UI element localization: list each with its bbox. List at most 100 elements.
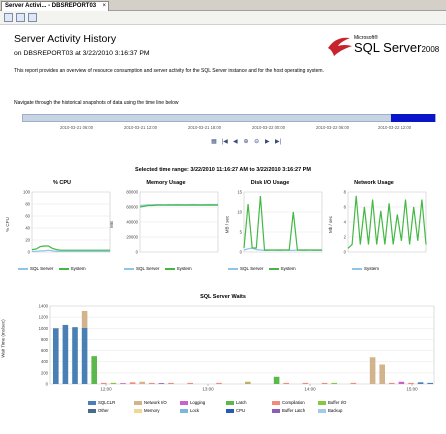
legend-label: SQLCLR — [98, 400, 116, 405]
waits-bar-compilation — [187, 382, 193, 384]
timeline-tick: 2010-03-22 12:00 — [378, 125, 412, 130]
legend-label: CPU — [236, 408, 246, 413]
legend-label: Backup — [328, 408, 343, 413]
report-subtitle: on DBSREPORT03 at 3/22/2010 3:16:37 PM — [14, 50, 150, 57]
waits-legend-item: Memory — [134, 408, 160, 413]
legend-label: Buffer I/O — [328, 400, 347, 405]
disk-chart: 15 10 5 0 — [237, 190, 323, 255]
waits-bar-buffer-i-o — [245, 381, 251, 383]
legend-swatch — [88, 408, 96, 413]
waits-legend-item: Logging — [180, 400, 205, 405]
cpu-ytick: 80 — [25, 202, 30, 207]
first-icon[interactable]: |◀ — [221, 138, 229, 146]
waits-bar-compilation — [149, 382, 155, 384]
waits-ytick: 400 — [41, 359, 49, 364]
cpu-ytick: 20 — [25, 238, 30, 243]
legend-swatch — [180, 400, 188, 405]
memory-ytick: 0 — [136, 250, 139, 255]
waits-bar-compilation — [321, 382, 328, 384]
tab-label: Server Activi... - DBSREPORT03 — [5, 3, 97, 9]
cpu-ytick: 40 — [25, 226, 30, 231]
waits-bar-sqlclr — [62, 324, 69, 384]
waits-ytick: 800 — [41, 337, 49, 342]
waits-ytick: 200 — [41, 370, 49, 375]
document-tabstrip: Server Activi... - DBSREPORT03 × — [0, 0, 446, 11]
waits-bar-compilation — [129, 382, 136, 384]
waits-legend-item: SQLCLR — [88, 400, 115, 405]
waits-bar-sqlclr — [81, 327, 88, 384]
network-ytick: 0 — [344, 250, 347, 255]
waits-bar-logging — [398, 381, 405, 384]
refresh-icon[interactable] — [4, 13, 13, 22]
waits-legend-item: CPU — [226, 408, 245, 413]
waits-bar-network-i-o — [379, 364, 385, 384]
cpu-plot-area — [31, 191, 111, 253]
network-ytick: 6 — [344, 205, 347, 210]
memory-chart: 80000 60000 40000 20000 0 — [126, 190, 219, 255]
logo-product: SQL Server2008 — [354, 40, 440, 55]
waits-bar-compilation — [168, 382, 174, 384]
tab-server-activity[interactable]: Server Activi... - DBSREPORT03 × — [1, 1, 109, 11]
legend-swatch — [226, 400, 234, 405]
waits-legend-item: Buffer Latch — [272, 408, 305, 413]
waits-legend: SQLCLR Other Network I/O Memory Logging Lock L… — [88, 400, 368, 420]
calendar-icon[interactable]: ▦ — [210, 138, 218, 146]
waits-legend-item: Buffer I/O — [318, 400, 346, 405]
cpu-chart: 100 80 60 40 20 0 — [23, 190, 111, 255]
zoom-out-icon[interactable]: ⊖ — [253, 138, 261, 146]
waits-legend-item: Lock — [180, 408, 199, 413]
timeline-hint: Navigate through the historical snapshot… — [14, 100, 179, 106]
last-icon[interactable]: ▶| — [274, 138, 282, 146]
previous-icon[interactable]: ◀ — [231, 138, 239, 146]
cpu-legend: SQL Server System — [14, 266, 86, 271]
report-title: Server Activity History — [14, 33, 117, 45]
export-icon[interactable] — [28, 13, 37, 22]
disk-ytick: 10 — [237, 210, 242, 215]
waits-bar-latch — [273, 376, 280, 384]
waits-ytick: 1200 — [39, 315, 49, 320]
legend-label: Network I/O — [144, 400, 167, 405]
network-chart: 8 6 4 2 0 — [344, 190, 427, 255]
network-ytick: 4 — [344, 220, 347, 225]
waits-legend-item: Other — [88, 408, 109, 413]
timeline-selection[interactable] — [391, 114, 435, 122]
legend-swatch — [318, 408, 326, 413]
waits-xtick: 14:00 — [304, 387, 316, 392]
timeline-tick: 2010-03-22 06:00 — [316, 125, 350, 130]
waits-bar-logging — [120, 383, 126, 384]
next-icon[interactable]: ▶ — [263, 138, 271, 146]
legend-label: Lock — [190, 408, 200, 413]
disk-legend: SQL Server System — [224, 266, 296, 271]
zoom-in-icon[interactable]: ⊕ — [242, 138, 250, 146]
waits-bar-sqlclr — [72, 327, 78, 384]
network-legend: System — [348, 266, 379, 271]
legend-swatch — [272, 408, 280, 413]
print-icon[interactable] — [16, 13, 25, 22]
timeline-bar[interactable] — [22, 114, 436, 122]
waits-bar-sqlclr — [53, 328, 59, 384]
waits-bar-buffer-latch — [158, 383, 165, 384]
memory-ytick: 60000 — [126, 205, 138, 210]
timeline-tick: 2010-03-21 18:00 — [188, 125, 222, 130]
selected-time-range: Selected time range: 3/22/2010 11:16:27 … — [135, 167, 311, 173]
waits-ytick: 0 — [46, 382, 49, 387]
waits-ytick: 1400 — [39, 304, 49, 309]
timeline-tick: 2010-03-22 00:00 — [252, 125, 286, 130]
waits-bar-network-i-o — [81, 311, 88, 328]
network-ytick: 8 — [344, 190, 347, 195]
memory-ytick: 40000 — [126, 220, 138, 225]
waits-bar-network-i-o — [369, 357, 376, 384]
legend-label: Compilation — [282, 400, 305, 405]
timeline-tick: 2010-03-21 12:00 — [124, 125, 158, 130]
waits-bar-buffer-i-o — [331, 382, 337, 384]
waits-ytick: 600 — [41, 348, 49, 353]
waits-bar-compilation — [283, 382, 289, 384]
report-toolbar — [0, 11, 446, 25]
close-icon[interactable]: × — [102, 2, 106, 11]
waits-ylabel: Wait Time (ms/sec) — [0, 319, 6, 358]
legend-swatch — [134, 400, 142, 405]
waits-bar-compilation — [101, 382, 107, 384]
waits-bar-latch — [91, 356, 97, 384]
waits-bar-compilation — [245, 382, 251, 384]
disk-ytick: 15 — [237, 190, 242, 195]
